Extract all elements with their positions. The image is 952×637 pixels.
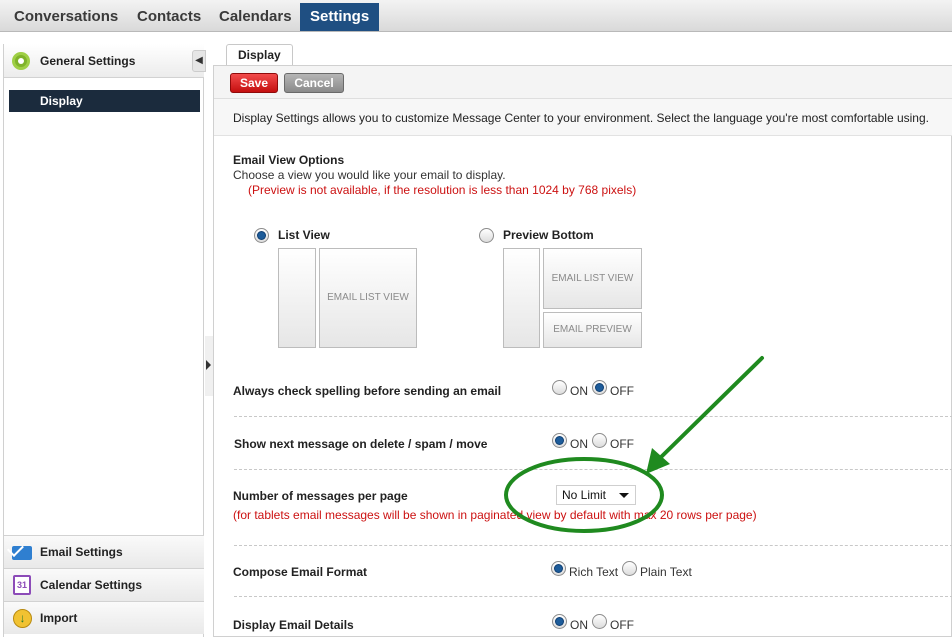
spelling-on-radio[interactable] [552,380,567,395]
show-next-label: Show next message on delete / spam / mov… [234,437,488,451]
expand-arrow-icon [206,360,211,370]
collapse-sidebar-button[interactable]: ◀ [192,50,206,72]
preview-pane-mock: EMAIL PREVIEW [543,312,642,348]
sidebar-item-import[interactable]: ↓ Import [4,601,204,634]
toolbar: Save Cancel [214,66,952,99]
list-view-folder-pane [278,248,316,348]
settings-sidebar: General Settings ◀ Display Email Setting… [3,44,206,637]
email-view-subtitle: Choose a view you would like your email … [233,168,506,182]
divider [234,596,952,597]
email-view-title: Email View Options [233,153,345,167]
messages-per-page-note: (for tablets email messages will be show… [233,508,757,522]
rich-text-radio[interactable] [551,561,566,576]
chevron-down-icon [619,493,629,498]
save-button[interactable]: Save [230,73,278,93]
list-view-radio[interactable] [254,228,269,243]
app-root: Conversations Contacts Calendars Setting… [0,0,952,637]
list-view-label[interactable]: List View [278,228,330,242]
show-next-on-radio[interactable] [552,433,567,448]
envelope-icon [12,546,32,560]
email-settings-label: Email Settings [40,545,123,559]
spelling-check-label: Always check spelling before sending an … [233,384,502,398]
spelling-off-radio[interactable] [592,380,607,395]
general-settings-header[interactable]: General Settings ◀ [4,44,206,78]
calendar-icon: 31 [13,575,31,595]
preview-bottom-radio[interactable] [479,228,494,243]
display-settings-panel: Save Cancel Display Settings allows you … [213,65,952,637]
plain-text-radio[interactable] [622,561,637,576]
import-label: Import [40,611,78,625]
messages-per-page-select[interactable]: No Limit [556,485,636,505]
tab-settings[interactable]: Settings [300,3,380,31]
messages-per-page-value: No Limit [562,488,607,502]
tab-conversations[interactable]: Conversations [4,3,128,31]
sidebar-item-email-settings[interactable]: Email Settings [4,535,204,568]
preview-list-mock: EMAIL LIST VIEW [543,248,642,309]
email-view-note: (Preview is not available, if the resolu… [248,183,637,197]
plain-text-label: Plain Text [640,565,692,579]
rich-text-label: Rich Text [569,565,619,579]
show-next-off-radio[interactable] [592,433,607,448]
tab-display[interactable]: Display [226,44,293,66]
preview-bottom-label[interactable]: Preview Bottom [503,228,594,242]
import-download-icon: ↓ [13,609,32,628]
show-next-on-label: ON [570,437,588,451]
panel-splitter[interactable] [205,336,213,396]
spelling-on-label: ON [570,384,588,398]
tab-calendars[interactable]: Calendars [209,3,302,31]
details-off-radio[interactable] [592,614,607,629]
details-on-label: ON [570,618,588,632]
list-view-mock: EMAIL LIST VIEW [319,248,417,348]
show-next-off-label: OFF [610,437,634,451]
top-navigation: Conversations Contacts Calendars Setting… [0,0,952,32]
divider [234,469,952,470]
cancel-button[interactable]: Cancel [284,73,344,93]
sidebar-item-calendar-settings[interactable]: 31 Calendar Settings [4,568,204,601]
description-band: Display Settings allows you to customize… [214,99,952,136]
display-email-details-label: Display Email Details [233,618,354,632]
divider [234,416,952,417]
messages-per-page-label: Number of messages per page [233,489,408,503]
sidebar-item-display[interactable]: Display [9,90,200,112]
details-off-label: OFF [610,618,634,632]
preview-folder-pane [503,248,540,348]
calendar-settings-label: Calendar Settings [40,578,143,592]
gear-icon [12,52,30,70]
display-description: Display Settings allows you to customize… [233,111,929,125]
details-on-radio[interactable] [552,614,567,629]
divider [234,545,952,546]
spelling-off-label: OFF [610,384,634,398]
general-settings-label: General Settings [40,54,136,68]
compose-format-label: Compose Email Format [233,565,368,579]
tab-contacts[interactable]: Contacts [127,3,211,31]
